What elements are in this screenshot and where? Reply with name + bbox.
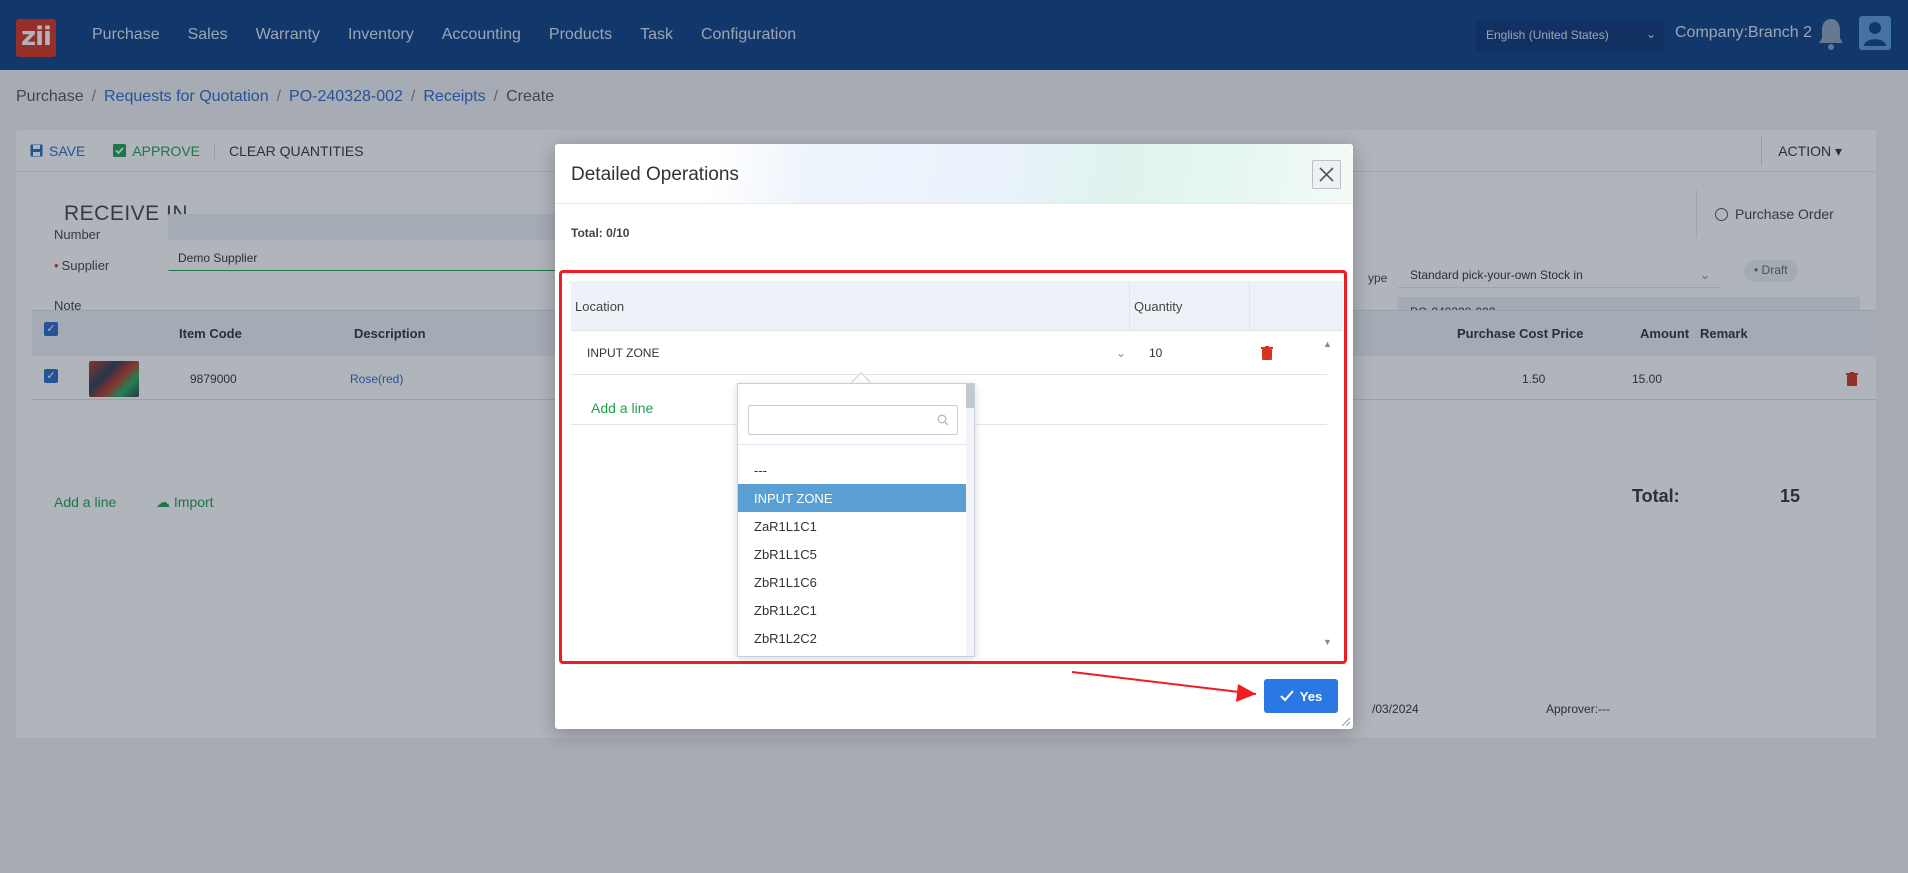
dropdown-option[interactable]: ZbR1L1C5 xyxy=(738,540,968,568)
dropdown-divider xyxy=(738,444,968,445)
location-dropdown: --- INPUT ZONE ZaR1L1C1 ZbR1L1C5 ZbR1L1C… xyxy=(737,383,975,657)
check-icon xyxy=(1280,690,1294,702)
dropdown-option[interactable]: ZbR1L2C2 xyxy=(738,624,968,652)
dropdown-option-selected[interactable]: INPUT ZONE xyxy=(738,484,968,512)
dropdown-option[interactable]: --- xyxy=(738,456,968,484)
resize-handle-icon[interactable] xyxy=(1341,717,1351,727)
yes-button[interactable]: Yes xyxy=(1264,679,1338,713)
dropdown-search-input[interactable] xyxy=(748,405,958,435)
close-button[interactable] xyxy=(1312,160,1341,189)
dropdown-option[interactable]: ZaR1L1C1 xyxy=(738,512,968,540)
annotation-arrow xyxy=(1071,671,1257,702)
dropdown-option[interactable]: ZbR1L1C6 xyxy=(738,568,968,596)
modal-header: Detailed Operations xyxy=(555,144,1353,204)
dropdown-options: --- INPUT ZONE ZaR1L1C1 ZbR1L1C5 ZbR1L1C… xyxy=(738,456,968,652)
dropdown-scrollbar[interactable] xyxy=(966,384,974,656)
close-icon xyxy=(1319,167,1334,182)
search-icon xyxy=(937,414,949,426)
modal-title: Detailed Operations xyxy=(571,164,739,185)
scrollbar-thumb[interactable] xyxy=(966,384,974,408)
modal-total: Total: 0/10 xyxy=(571,226,630,240)
dropdown-option[interactable]: ZbR1L2C1 xyxy=(738,596,968,624)
